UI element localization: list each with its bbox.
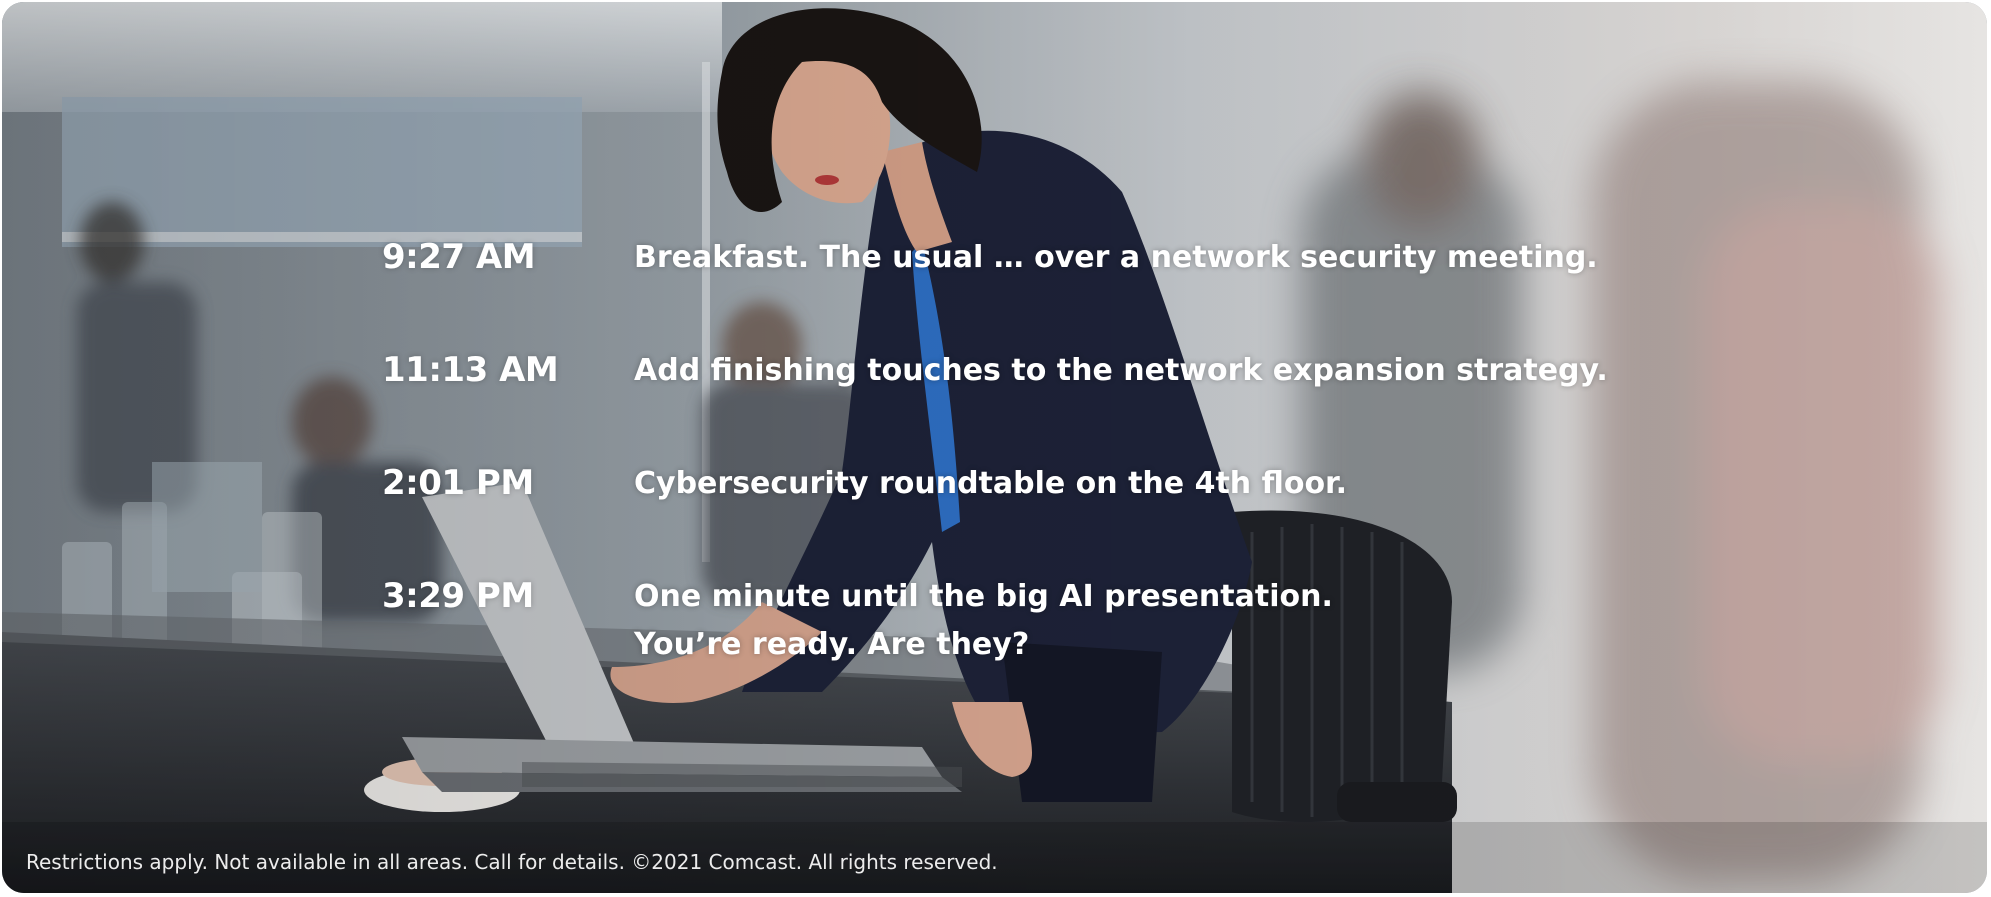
schedule-time: 9:27 AM xyxy=(382,237,536,277)
schedule-time: 11:13 AM xyxy=(382,350,559,390)
schedule-entry-text: Breakfast. The usual … over a network se… xyxy=(634,240,1598,275)
schedule-entry: Cybersecurity roundtable on the 4th floo… xyxy=(634,460,1347,508)
daily-schedule: 9:27 AM Breakfast. The usual … over a ne… xyxy=(2,2,1987,893)
schedule-time: 3:29 PM xyxy=(382,576,534,616)
schedule-entry-text: One minute until the big AI presentation… xyxy=(634,579,1333,614)
ad-banner: 9:27 AM Breakfast. The usual … over a ne… xyxy=(2,2,1987,893)
schedule-entry-text: You’re ready. Are they? xyxy=(634,627,1030,662)
schedule-entry-text: Add finishing touches to the network exp… xyxy=(634,353,1608,388)
schedule-entry-text: Cybersecurity roundtable on the 4th floo… xyxy=(634,466,1347,501)
schedule-entry: Add finishing touches to the network exp… xyxy=(634,347,1608,395)
schedule-entry: Breakfast. The usual … over a network se… xyxy=(634,234,1598,282)
schedule-time: 2:01 PM xyxy=(382,463,534,503)
schedule-entry: One minute until the big AI presentation… xyxy=(634,573,1333,669)
legal-disclaimer: Restrictions apply. Not available in all… xyxy=(26,850,998,874)
